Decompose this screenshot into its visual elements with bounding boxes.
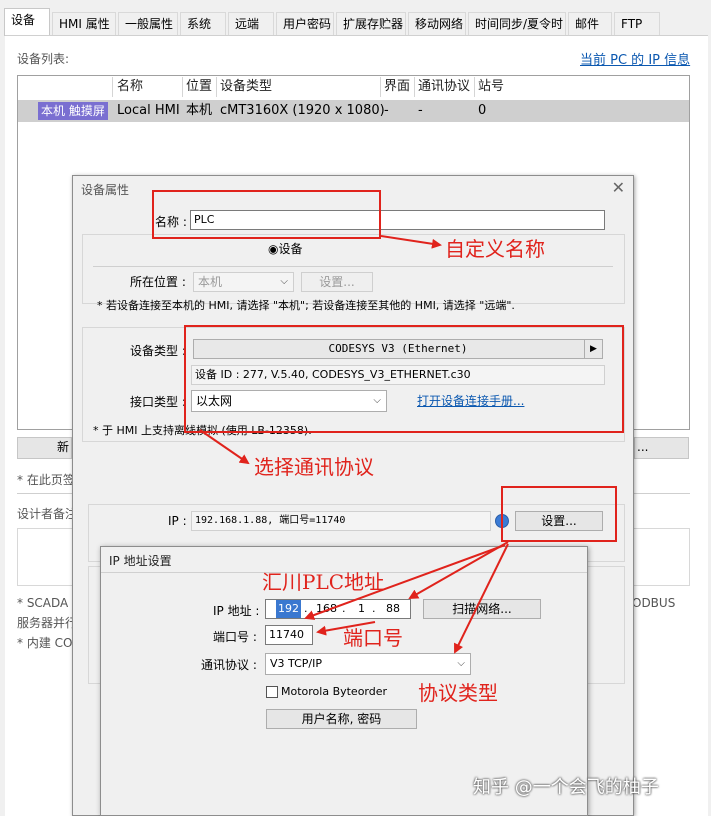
annotation-custom-name: 自定义名称: [445, 237, 545, 261]
annotation-arrows: [199, 235, 509, 654]
annotation-select-protocol: 选择通讯协议: [254, 455, 374, 479]
annotation-port: 端口号: [343, 626, 403, 650]
annotation-protocol-type: 协议类型: [418, 681, 498, 705]
arrow-select-protocol: [199, 429, 250, 465]
arrow-custom-name: [380, 235, 442, 249]
annotation-plc-address: 汇川PLC地址: [262, 570, 385, 594]
watermark: 知乎 @一个会飞的柚子: [473, 777, 659, 798]
arrow-ip-upper: [408, 541, 509, 599]
